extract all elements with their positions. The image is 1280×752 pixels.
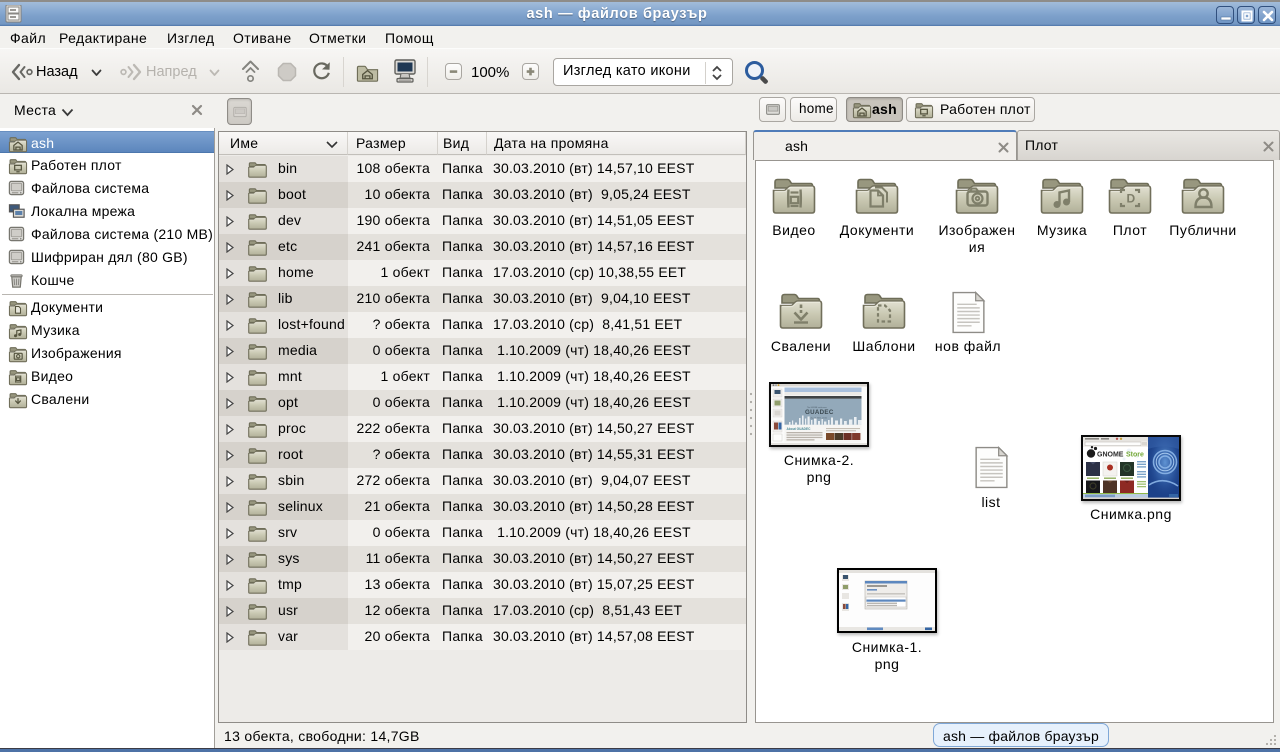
svg-text:July 24-30th, 2010: July 24-30th, 2010 [809, 417, 828, 420]
svg-text:GNOME: GNOME [1097, 452, 1124, 459]
svg-text:About GUADEC: About GUADEC [787, 427, 812, 431]
svg-text:D: D [1127, 192, 1136, 206]
svg-text:GUADEC: GUADEC [805, 409, 834, 416]
svg-text:Store: Store [1126, 452, 1144, 459]
